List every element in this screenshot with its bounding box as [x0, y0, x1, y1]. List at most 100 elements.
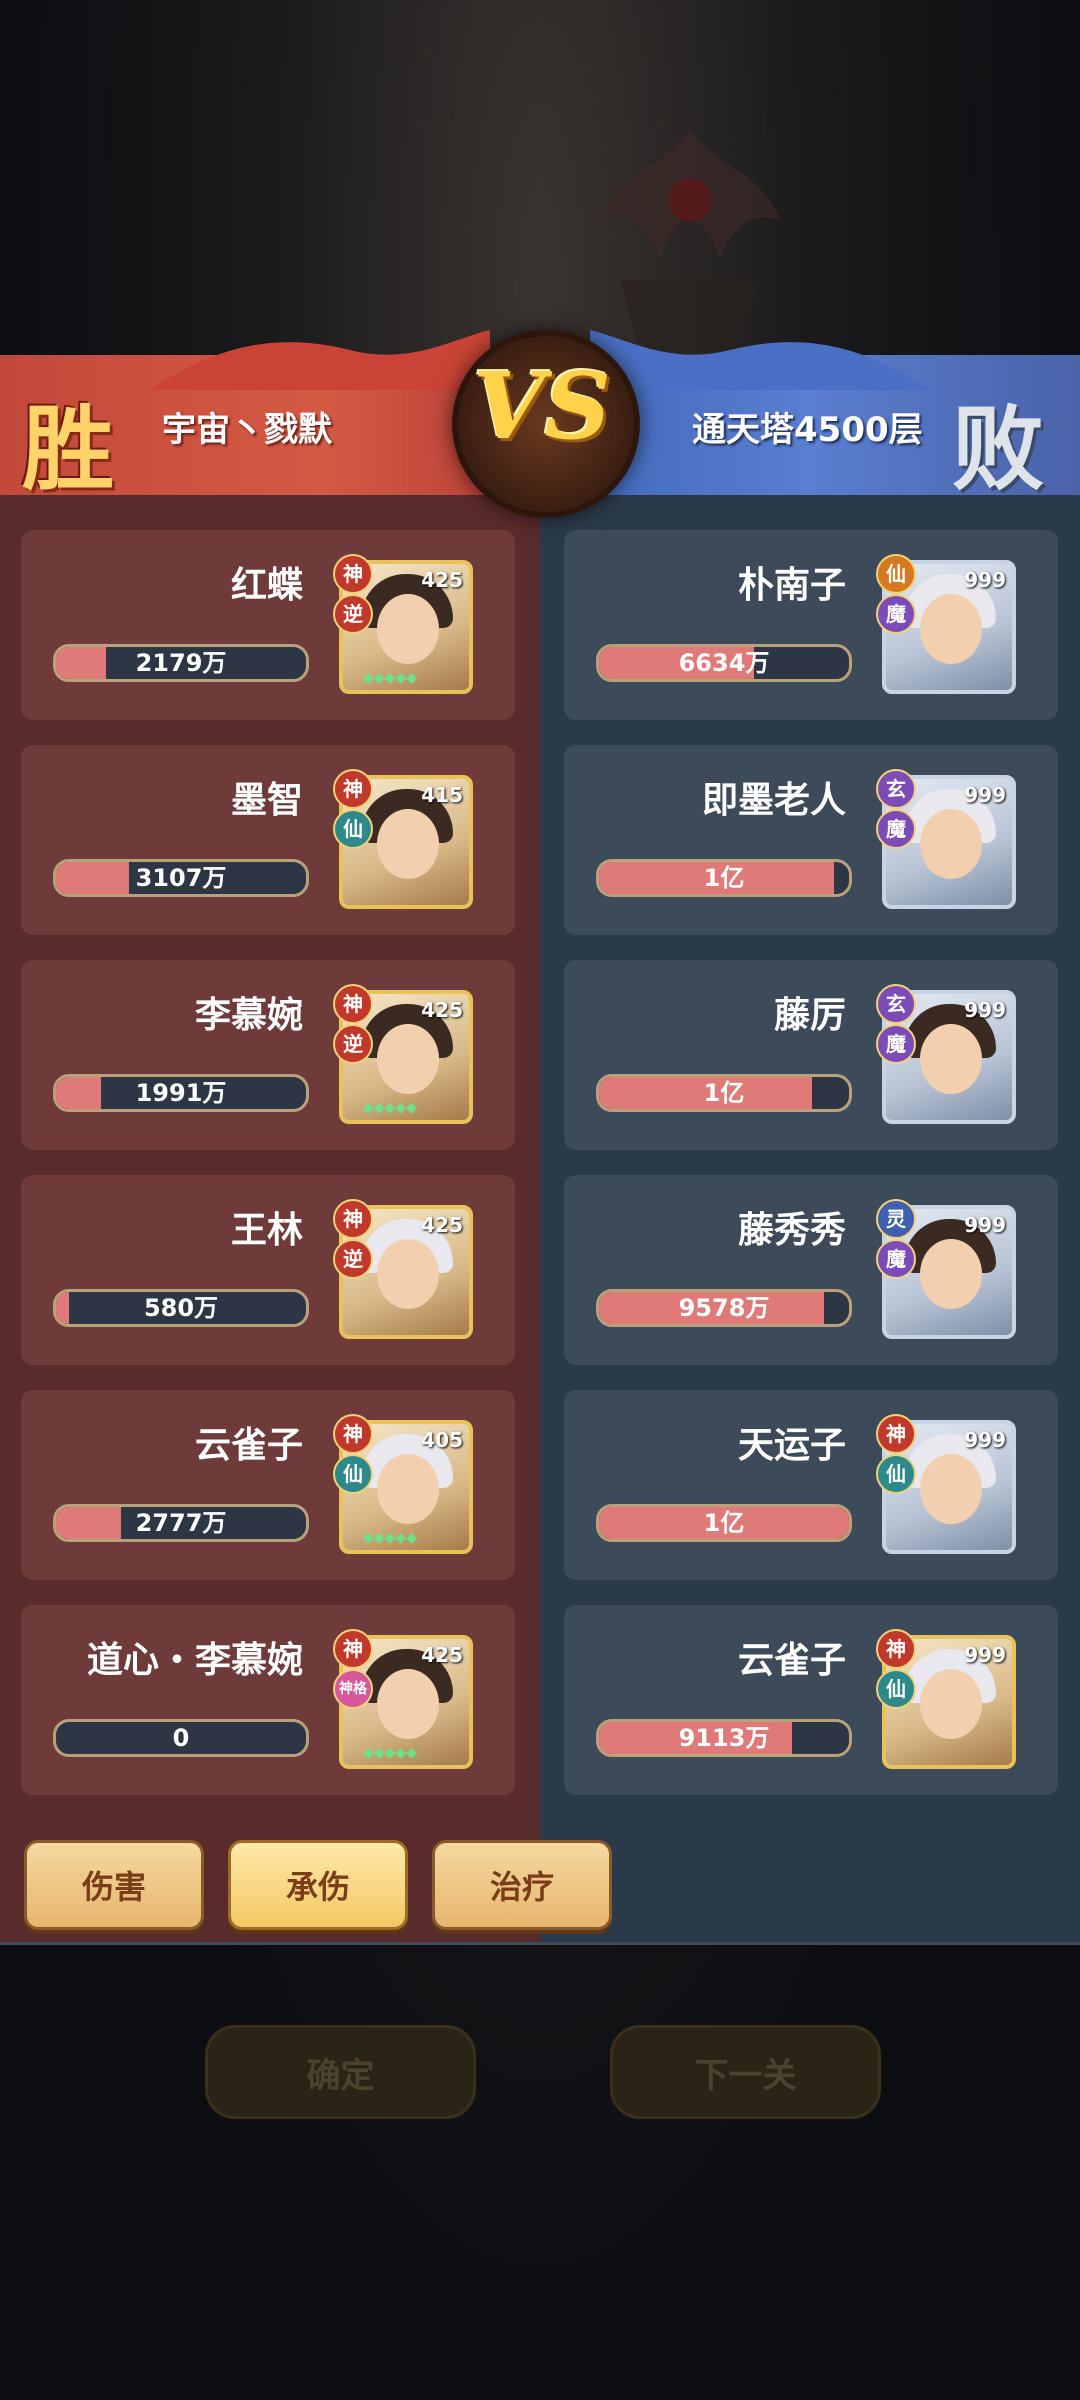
unit-name: 即墨老人 — [701, 780, 846, 821]
damage-bar: 1991万 — [53, 1074, 309, 1112]
unit-name: 藤秀秀 — [737, 1210, 846, 1251]
unit-level: 405 — [421, 1428, 463, 1452]
unit-level: 999 — [964, 998, 1006, 1022]
flame-left-icon — [150, 330, 490, 390]
tab-healing[interactable]: 治疗 — [432, 1840, 612, 1930]
class-badge: 神 — [333, 554, 373, 594]
right-unit-card: 藤厉 1亿 999 玄 魔 — [564, 960, 1058, 1150]
damage-bar: 2777万 — [53, 1504, 309, 1542]
class-badge: 玄 — [876, 769, 916, 809]
vs-label: VS — [473, 352, 611, 460]
unit-level: 999 — [964, 568, 1006, 592]
damage-bar: 1亿 — [596, 1504, 852, 1542]
damage-value: 6634万 — [678, 649, 770, 677]
star-rank-icon: ◆◆◆◆◆ — [363, 1745, 417, 1761]
right-unit-card: 朴南子 6634万 999 仙 魔 — [564, 530, 1058, 720]
unit-name: 李慕婉 — [194, 995, 303, 1036]
unit-level: 425 — [421, 1213, 463, 1237]
damage-bar: 0 — [53, 1719, 309, 1757]
right-team-name: 通天塔4500层 — [692, 410, 923, 450]
tab-damage-taken[interactable]: 承伤 — [228, 1840, 408, 1930]
class-badge: 神 — [333, 1414, 373, 1454]
star-rank-icon: ◆◆◆◆◆ — [363, 1530, 417, 1546]
unit-level: 425 — [421, 568, 463, 592]
damage-value: 1亿 — [703, 1079, 745, 1107]
left-unit-card: 云雀子 2777万 405 ◆◆◆◆◆ 神 仙 — [21, 1390, 515, 1580]
class-badge: 玄 — [876, 984, 916, 1024]
damage-value: 2777万 — [135, 1509, 227, 1537]
damage-value: 1亿 — [703, 864, 745, 892]
next-level-button: 下一关 — [610, 2025, 881, 2119]
left-unit-card: 墨智 3107万 415 神 仙 — [21, 745, 515, 935]
class-badge: 神 — [333, 1199, 373, 1239]
unit-name: 墨智 — [230, 780, 303, 821]
unit-level: 425 — [421, 1643, 463, 1667]
unit-level: 999 — [964, 1213, 1006, 1237]
left-unit-card: 红蝶 2179万 425 ◆◆◆◆◆ 神 逆 — [21, 530, 515, 720]
faction-badge: 仙 — [333, 1454, 373, 1494]
unit-level: 415 — [421, 783, 463, 807]
unit-level: 999 — [964, 783, 1006, 807]
right-unit-card: 即墨老人 1亿 999 玄 魔 — [564, 745, 1058, 935]
damage-value: 1亿 — [703, 1509, 745, 1537]
damage-bar: 3107万 — [53, 859, 309, 897]
tab-damage[interactable]: 伤害 — [24, 1840, 204, 1930]
damage-value: 3107万 — [135, 864, 227, 892]
damage-bar: 1亿 — [596, 1074, 852, 1112]
faction-badge: 魔 — [876, 594, 916, 634]
faction-badge: 仙 — [876, 1669, 916, 1709]
right-unit-card: 天运子 1亿 999 神 仙 — [564, 1390, 1058, 1580]
damage-value: 2179万 — [135, 649, 227, 677]
lose-label: 败 — [952, 395, 1045, 503]
class-badge: 灵 — [876, 1199, 916, 1239]
unit-name: 道心・李慕婉 — [86, 1640, 303, 1681]
unit-name: 天运子 — [737, 1425, 846, 1466]
right-unit-card: 藤秀秀 9578万 999 灵 魔 — [564, 1175, 1058, 1365]
damage-value: 9113万 — [678, 1724, 770, 1752]
faction-badge: 魔 — [876, 1239, 916, 1279]
win-label: 胜 — [22, 395, 115, 503]
panel-bottom-border — [0, 1942, 1080, 1945]
class-badge: 神 — [333, 984, 373, 1024]
damage-value: 0 — [172, 1724, 190, 1752]
unit-name: 云雀子 — [194, 1425, 303, 1466]
unit-name: 藤厉 — [773, 995, 846, 1036]
damage-bar: 2179万 — [53, 644, 309, 682]
unit-level: 999 — [964, 1643, 1006, 1667]
faction-badge: 魔 — [876, 809, 916, 849]
damage-bar: 9113万 — [596, 1719, 852, 1757]
left-unit-card: 李慕婉 1991万 425 ◆◆◆◆◆ 神 逆 — [21, 960, 515, 1150]
faction-badge: 魔 — [876, 1024, 916, 1064]
unit-level: 425 — [421, 998, 463, 1022]
confirm-button: 确定 — [205, 2025, 476, 2119]
class-badge: 仙 — [876, 554, 916, 594]
left-unit-card: 王林 580万 425 神 逆 — [21, 1175, 515, 1365]
damage-bar: 1亿 — [596, 859, 852, 897]
damage-value: 1991万 — [135, 1079, 227, 1107]
faction-badge: 逆 — [333, 594, 373, 634]
unit-name: 王林 — [230, 1210, 303, 1251]
faction-badge: 仙 — [876, 1454, 916, 1494]
star-rank-icon: ◆◆◆◆◆ — [363, 1100, 417, 1116]
damage-bar: 9578万 — [596, 1289, 852, 1327]
star-rank-icon: ◆◆◆◆◆ — [363, 670, 417, 686]
damage-bar: 580万 — [53, 1289, 309, 1327]
unit-name: 云雀子 — [737, 1640, 846, 1681]
faction-badge: 神格 — [333, 1669, 373, 1709]
class-badge: 神 — [333, 769, 373, 809]
flame-right-icon — [590, 330, 930, 390]
damage-value: 580万 — [143, 1294, 219, 1322]
class-badge: 神 — [333, 1629, 373, 1669]
faction-badge: 仙 — [333, 809, 373, 849]
faction-badge: 逆 — [333, 1024, 373, 1064]
unit-name: 朴南子 — [737, 565, 846, 606]
damage-value: 9578万 — [678, 1294, 770, 1322]
class-badge: 神 — [876, 1629, 916, 1669]
damage-bar: 6634万 — [596, 644, 852, 682]
left-unit-card: 道心・李慕婉 0 425 ◆◆◆◆◆ 神 神格 — [21, 1605, 515, 1795]
left-team-name: 宇宙丶戮默 — [162, 410, 332, 450]
right-unit-card: 云雀子 9113万 999 神 仙 — [564, 1605, 1058, 1795]
unit-name: 红蝶 — [230, 565, 303, 606]
unit-level: 999 — [964, 1428, 1006, 1452]
faction-badge: 逆 — [333, 1239, 373, 1279]
